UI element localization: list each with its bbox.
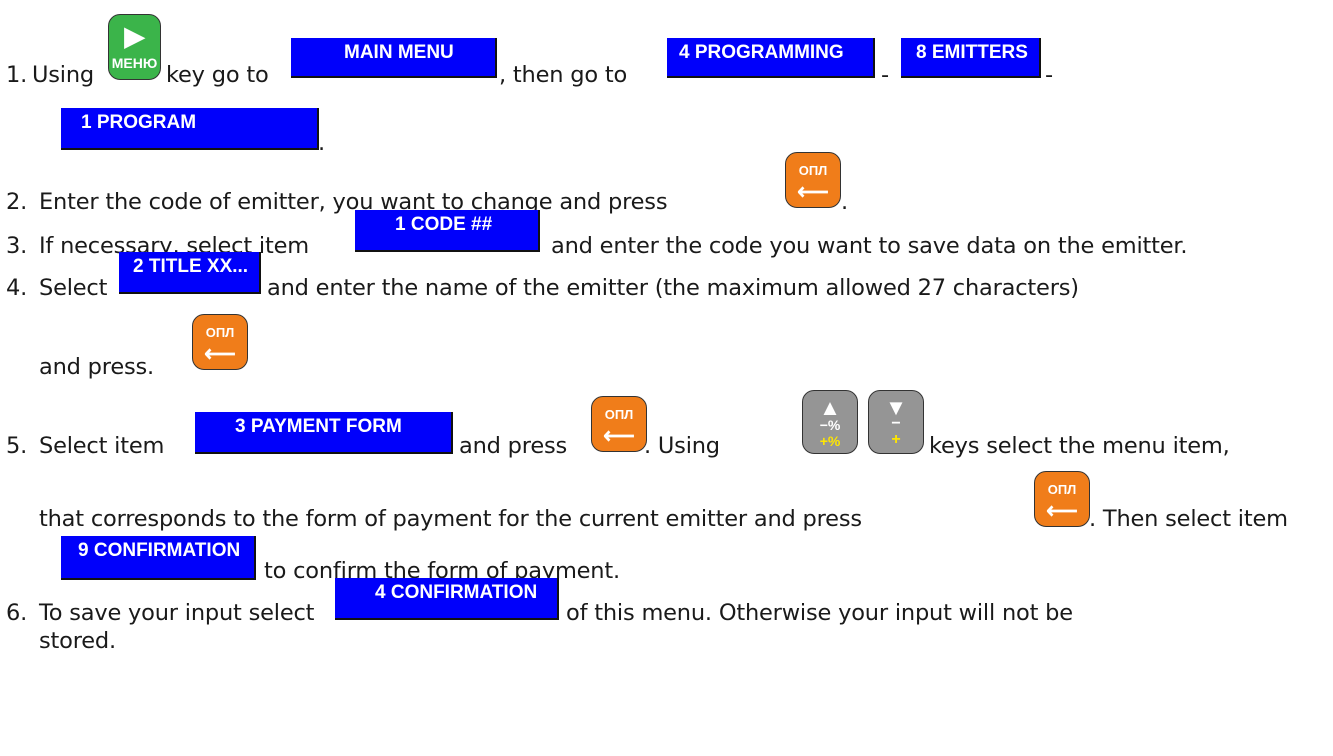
confirmation-4-menu-box: 4 CONFIRMATION — [335, 578, 559, 620]
enter-icon: ⟵ — [603, 423, 635, 448]
step-5-text-e: that corresponds to the form of payment … — [39, 506, 862, 532]
play-icon: ▶ — [124, 21, 145, 51]
step-2-period: . — [841, 189, 848, 215]
pay-key-1-label: ОПЛ — [798, 163, 828, 178]
title-menu-box: 2 TITLE XX... — [119, 252, 261, 294]
step-3-number: 3. — [6, 233, 28, 259]
step-5-text-c: . Using — [644, 433, 720, 459]
step-5-text-f: . Then select item — [1089, 506, 1288, 532]
code-menu-label: 1 CODE ## — [395, 214, 493, 235]
up-key: ▲ −% +% — [802, 390, 858, 454]
pay-key-4-label: ОПЛ — [1047, 482, 1077, 497]
enter-icon: ⟵ — [204, 341, 236, 366]
pay-key-3: ОПЛ ⟵ — [591, 396, 647, 452]
emitters-menu-box: 8 EMITTERS — [901, 38, 1041, 78]
pay-key-1: ОПЛ ⟵ — [785, 152, 841, 208]
menu-key-label: МЕНЮ — [111, 55, 158, 71]
program-menu-label: 1 PROGRAM — [81, 112, 197, 133]
up-key-plus-label: +% — [819, 433, 841, 449]
pay-key-2: ОПЛ ⟵ — [192, 314, 248, 370]
programming-menu-box: 4 PROGRAMMING — [667, 38, 875, 78]
step-5-number: 5. — [6, 433, 28, 459]
menu-key: ▶ МЕНЮ — [108, 14, 161, 80]
pay-key-4: ОПЛ ⟵ — [1034, 471, 1090, 527]
confirmation-4-menu-label: 4 CONFIRMATION — [375, 582, 538, 603]
step-4-text-a: Select — [39, 275, 108, 301]
main-menu-box: MAIN MENU — [291, 38, 497, 78]
step-1-text-b: key go to — [166, 62, 269, 88]
step-1-number: 1. — [6, 62, 28, 88]
step-3-text-b: and enter the code you want to save data… — [551, 233, 1188, 259]
step-4-text-b: and enter the name of the emitter (the m… — [267, 275, 1079, 301]
step-4-text-c: and press. — [39, 354, 154, 380]
emitters-menu-label: 8 EMITTERS — [916, 42, 1028, 63]
step-1-text-c: , then go to — [499, 62, 628, 88]
payment-form-menu-box: 3 PAYMENT FORM — [195, 412, 453, 454]
enter-icon: ⟵ — [1046, 498, 1078, 523]
step-5-text-b: and press — [459, 433, 568, 459]
pay-key-2-label: ОПЛ — [205, 325, 235, 340]
pay-key-3-label: ОПЛ — [604, 407, 634, 422]
step-1-text-a: Using — [32, 62, 94, 88]
step-1-dash-1: - — [881, 62, 889, 88]
step-2-number: 2. — [6, 189, 28, 215]
confirmation-9-menu-box: 9 CONFIRMATION — [61, 536, 256, 580]
step-5-text-a: Select item — [39, 433, 165, 459]
main-menu-label: MAIN MENU — [344, 42, 454, 63]
title-menu-label: 2 TITLE XX... — [133, 256, 249, 277]
programming-menu-label: 4 PROGRAMMING — [679, 42, 844, 63]
confirmation-9-menu-label: 9 CONFIRMATION — [78, 540, 241, 561]
step-6-text-a: To save your input select — [39, 600, 315, 626]
step-4-number: 4. — [6, 275, 28, 301]
step-5-text-d: keys select the menu item, — [929, 433, 1230, 459]
step-2-text-a: Enter the code of emitter, you want to c… — [39, 189, 668, 215]
enter-icon: ⟵ — [797, 179, 829, 204]
down-key-plus-label: + — [891, 431, 901, 448]
up-key-minus-label: −% — [819, 417, 841, 433]
payment-form-menu-label: 3 PAYMENT FORM — [235, 416, 402, 437]
step-1-dash-2: - — [1045, 62, 1053, 88]
step-6-number: 6. — [6, 600, 28, 626]
step-1-period: . — [318, 130, 325, 156]
step-6-text-c: stored. — [39, 628, 116, 654]
step-6-text-b: of this menu. Otherwise your input will … — [566, 600, 1073, 626]
program-menu-box: 1 PROGRAM — [61, 108, 319, 150]
down-key: ▼ − + — [868, 390, 924, 454]
code-menu-box: 1 CODE ## — [355, 210, 540, 252]
